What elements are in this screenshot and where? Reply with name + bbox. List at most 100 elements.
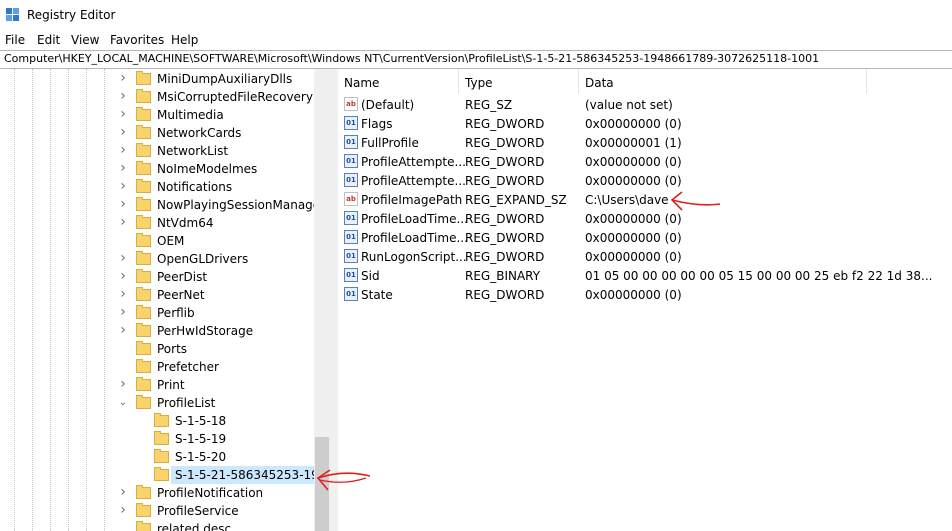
- tree-node[interactable]: › NoImeModelmes: [0, 160, 314, 178]
- tree-node-label: S-1-5-20: [175, 450, 227, 464]
- value-name: State: [361, 288, 393, 302]
- value-name: ProfileLoadTime...: [361, 231, 468, 245]
- value-data: 0x00000000 (0): [585, 117, 682, 131]
- address-bar[interactable]: Computer\HKEY_LOCAL_MACHINE\SOFTWARE\Mic…: [0, 50, 952, 69]
- folder-icon: [154, 413, 169, 427]
- tree-node[interactable]: Ports: [0, 340, 314, 358]
- value-row[interactable]: 01 ProfileLoadTime... REG_DWORD 0x00000000 …: [338, 228, 952, 247]
- value-type: REG_BINARY: [465, 269, 541, 283]
- tree-node[interactable]: S-1-5-19: [0, 430, 314, 448]
- value-row[interactable]: 01 State REG_DWORD 0x00000000 (0): [338, 285, 952, 304]
- chevron-right-icon[interactable]: ›: [118, 197, 128, 212]
- chevron-right-icon[interactable]: ›: [118, 305, 128, 320]
- chevron-down-icon[interactable]: ⌄: [118, 396, 128, 410]
- value-type: REG_DWORD: [465, 288, 545, 302]
- tree-node-label: NoImeModelmes: [157, 162, 258, 176]
- chevron-right-icon[interactable]: ›: [118, 125, 128, 140]
- value-type: REG_SZ: [465, 98, 513, 112]
- key-tree[interactable]: › MiniDumpAuxiliaryDlls › MsiCorruptedFileR…: [0, 69, 330, 531]
- tree-node[interactable]: › PeerNet: [0, 286, 314, 304]
- tree-node[interactable]: S-1-5-20: [0, 448, 314, 466]
- tree-node[interactable]: › NetworkList: [0, 142, 314, 160]
- tree-node[interactable]: › Notifications: [0, 178, 314, 196]
- annotation-arrow-key: [316, 469, 371, 491]
- tree-node-label: OpenGLDrivers: [157, 252, 249, 266]
- chevron-right-icon[interactable]: ›: [118, 143, 128, 158]
- tree-node[interactable]: › PeerDist: [0, 268, 314, 286]
- value-row[interactable]: 01 ProfileLoadTime... REG_DWORD 0x00000000 …: [338, 209, 952, 228]
- tree-node-label: related.desc: [157, 522, 232, 531]
- chevron-right-icon[interactable]: ›: [118, 503, 128, 518]
- chevron-right-icon[interactable]: ›: [118, 179, 128, 194]
- menu-favorites[interactable]: Favorites: [110, 33, 164, 47]
- tree-node[interactable]: Prefetcher: [0, 358, 314, 376]
- menu-edit[interactable]: Edit: [37, 33, 60, 47]
- tree-node[interactable]: related.desc: [0, 520, 314, 531]
- tree-node[interactable]: › OpenGLDrivers: [0, 250, 314, 268]
- values-pane[interactable]: Name Type Data ab (Default) REG_SZ (value n…: [338, 69, 952, 531]
- address-path: Computer\HKEY_LOCAL_MACHINE\SOFTWARE\Mic…: [4, 52, 820, 65]
- chevron-right-icon[interactable]: ›: [118, 269, 128, 284]
- tree-node-label: PeerNet: [157, 288, 205, 302]
- tree-node-label: OEM: [157, 234, 185, 248]
- chevron-right-icon[interactable]: ›: [118, 323, 128, 338]
- column-header-name[interactable]: Name: [338, 69, 459, 94]
- chevron-right-icon[interactable]: ›: [118, 161, 128, 176]
- value-row[interactable]: ab ProfileImagePath REG_EXPAND_SZ C:\Users\…: [338, 190, 952, 209]
- column-name-label: Name: [344, 76, 380, 90]
- binary-value-icon: 01: [344, 154, 358, 168]
- chevron-right-icon[interactable]: ›: [118, 287, 128, 302]
- chevron-right-icon[interactable]: ›: [118, 107, 128, 122]
- column-header-type[interactable]: Type: [459, 69, 579, 94]
- chevron-right-icon[interactable]: ›: [118, 485, 128, 500]
- value-row[interactable]: 01 Sid REG_BINARY 01 05 00 00 00 00 00 05 1…: [338, 266, 952, 285]
- menu-view[interactable]: View: [71, 33, 99, 47]
- chevron-right-icon[interactable]: ›: [118, 215, 128, 230]
- binary-value-icon: 01: [344, 116, 358, 130]
- value-type: REG_DWORD: [465, 136, 545, 150]
- tree-node[interactable]: › ProfileService: [0, 502, 314, 520]
- menu-file[interactable]: File: [5, 33, 25, 47]
- value-data: 01 05 00 00 00 00 00 05 15 00 00 00 25 e…: [585, 269, 933, 283]
- column-header-data[interactable]: Data: [579, 69, 867, 94]
- folder-icon: [136, 125, 151, 139]
- tree-node[interactable]: › Multimedia: [0, 106, 314, 124]
- value-row[interactable]: ab (Default) REG_SZ (value not set): [338, 95, 952, 114]
- tree-node[interactable]: › NetworkCards: [0, 124, 314, 142]
- value-type: REG_DWORD: [465, 155, 545, 169]
- tree-node[interactable]: › MiniDumpAuxiliaryDlls: [0, 70, 314, 88]
- tree-node-label: NetworkCards: [157, 126, 242, 140]
- value-row[interactable]: 01 Flags REG_DWORD 0x00000000 (0): [338, 114, 952, 133]
- folder-icon: [154, 449, 169, 463]
- tree-node[interactable]: OEM: [0, 232, 314, 250]
- menu-help[interactable]: Help: [171, 33, 198, 47]
- tree-node[interactable]: › Print: [0, 376, 314, 394]
- tree-node[interactable]: › NtVdm64: [0, 214, 314, 232]
- tree-node-label: Notifications: [157, 180, 233, 194]
- tree-node-label: ProfileNotification: [157, 486, 264, 500]
- chevron-right-icon[interactable]: ›: [118, 251, 128, 266]
- chevron-right-icon[interactable]: ›: [118, 377, 128, 392]
- value-row[interactable]: 01 ProfileAttempte... REG_DWORD 0x00000000 …: [338, 152, 952, 171]
- tree-node[interactable]: › NowPlayingSessionManager: [0, 196, 325, 214]
- tree-node[interactable]: S-1-5-18: [0, 412, 314, 430]
- tree-node[interactable]: › MsiCorruptedFileRecovery: [0, 88, 314, 106]
- tree-node[interactable]: ⌄ ProfileList: [0, 394, 314, 412]
- value-row[interactable]: 01 ProfileAttempte... REG_DWORD 0x00000000 …: [338, 171, 952, 190]
- tree-node[interactable]: › Perflib: [0, 304, 314, 322]
- tree-scrollbar[interactable]: [314, 69, 330, 531]
- tree-node-label: MsiCorruptedFileRecovery: [157, 90, 313, 104]
- binary-value-icon: 01: [344, 173, 358, 187]
- folder-icon: [136, 233, 151, 247]
- value-row[interactable]: 01 RunLogonScript... REG_DWORD 0x00000000 (…: [338, 247, 952, 266]
- tree-node[interactable]: › PerHwIdStorage: [0, 322, 314, 340]
- pane-splitter[interactable]: [330, 69, 338, 531]
- tree-node[interactable]: S-1-5-21-586345253-19486: [0, 466, 330, 484]
- tree-node[interactable]: › ProfileNotification: [0, 484, 314, 502]
- value-row[interactable]: 01 FullProfile REG_DWORD 0x00000001 (1): [338, 133, 952, 152]
- chevron-right-icon[interactable]: ›: [118, 71, 128, 86]
- folder-icon: [136, 251, 151, 265]
- value-name: ProfileAttempte...: [361, 155, 466, 169]
- chevron-right-icon[interactable]: ›: [118, 89, 128, 104]
- folder-icon: [154, 467, 169, 481]
